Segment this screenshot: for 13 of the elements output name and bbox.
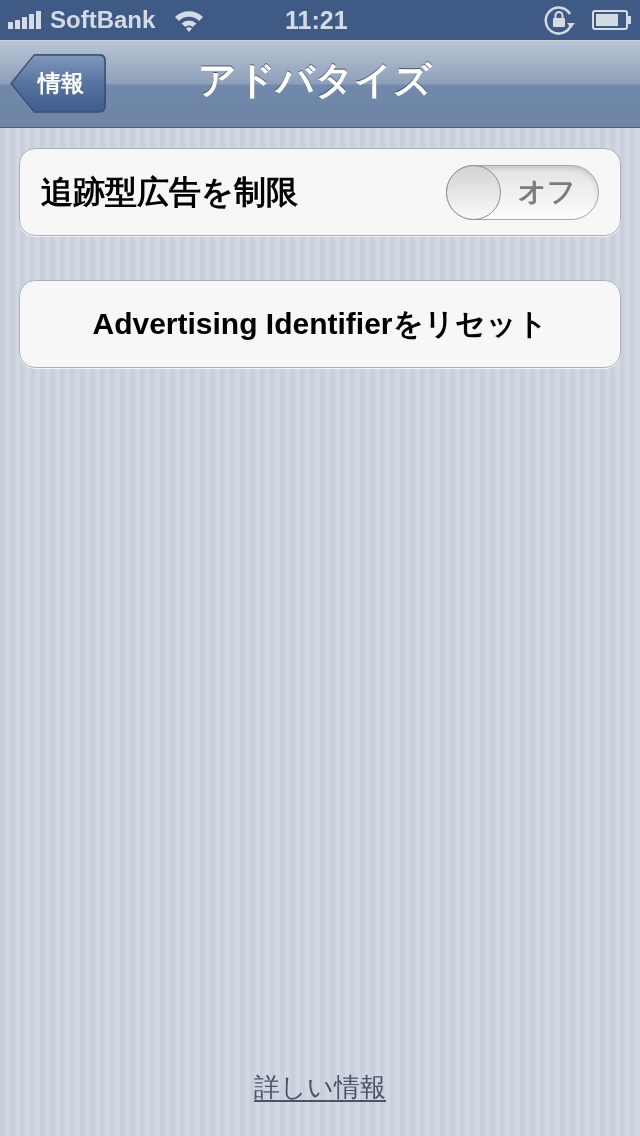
wifi-icon — [173, 8, 206, 32]
toggle-switch[interactable]: オフ — [446, 164, 599, 220]
signal-strength-icon — [8, 11, 42, 29]
carrier-name: SoftBank — [50, 8, 156, 32]
back-button[interactable]: 情報 — [10, 54, 106, 113]
setting-label: 追跡型広告を制限 — [41, 176, 298, 208]
clock-time: 11:21 — [285, 8, 348, 33]
reset-button[interactable]: Advertising Identifierをリセット — [19, 280, 621, 368]
screen-title: アドバタイズ — [198, 61, 432, 99]
learn-more-link[interactable]: 詳しい情報 — [254, 1072, 386, 1102]
battery-icon — [592, 10, 632, 30]
toggle-state-label: オフ — [518, 177, 576, 206]
rotation-lock-icon — [544, 5, 578, 35]
